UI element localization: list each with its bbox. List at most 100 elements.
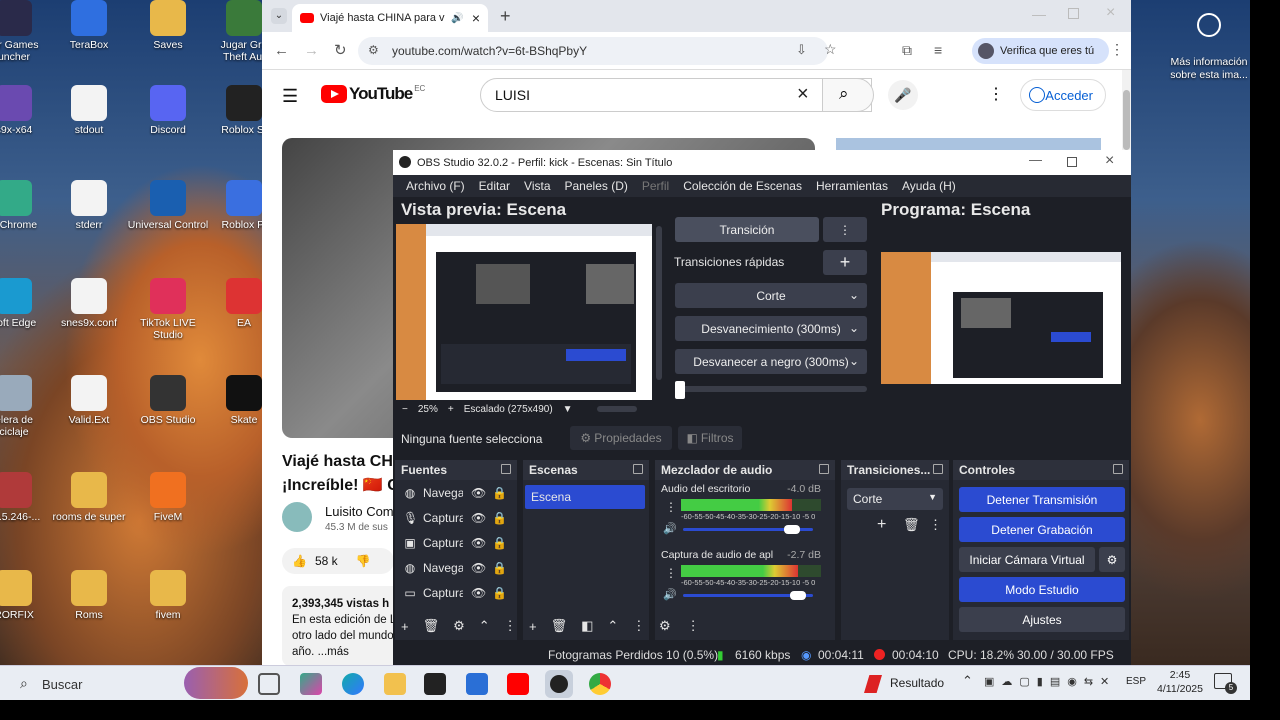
source-item[interactable]: ◍ Navega 👁 🔒	[395, 480, 517, 505]
clock[interactable]: 2:45 4/11/2025	[1152, 668, 1208, 696]
dock-float-icon[interactable]	[501, 464, 511, 474]
reload-icon[interactable]: ↻	[334, 41, 347, 59]
install-icon[interactable]: ⇩	[796, 42, 807, 58]
remove-scene-icon[interactable]: 🗑	[551, 618, 568, 634]
quick-transition-3[interactable]: Desvanecer a negro (300ms) ⌄	[675, 349, 867, 374]
obs-menu-item[interactable]: Ayuda (H)	[895, 179, 963, 193]
site-info-icon[interactable]: ⚙	[368, 43, 379, 57]
minimize-icon[interactable]: —	[1032, 6, 1046, 22]
transition-menu-icon[interactable]: ⋮	[929, 517, 942, 533]
description-box[interactable]: 2,393,345 vistas h En esta edición de L …	[282, 586, 402, 665]
dock-float-icon[interactable]	[1113, 464, 1123, 474]
source-settings-icon[interactable]: ⚙	[453, 618, 465, 634]
desktop-icon[interactable]: stdout	[45, 85, 133, 136]
hamburger-menu-icon[interactable]: ☰	[282, 86, 298, 107]
obs-maximize-icon[interactable]	[1067, 157, 1077, 167]
studio-mode-button[interactable]: Modo Estudio	[959, 577, 1125, 602]
channel-name[interactable]: Luisito Com	[325, 504, 394, 519]
wallpaper-info[interactable]: Más información sobre esta ima...	[1165, 0, 1253, 82]
scene-item[interactable]: Escena	[525, 485, 645, 509]
preview-canvas[interactable]	[396, 224, 652, 400]
desktop-icon[interactable]: FiveM	[124, 472, 212, 523]
quick-transition-1[interactable]: Corte ⌄	[675, 283, 867, 308]
obs-minimize-icon[interactable]: —	[1029, 152, 1042, 167]
virtual-camera-settings-icon[interactable]: ⚙	[1099, 547, 1125, 572]
tab-search-icon[interactable]: ⌄	[271, 8, 287, 24]
copilot-icon[interactable]	[300, 673, 322, 695]
lock-icon[interactable]: 🔒	[492, 561, 507, 575]
zoom-in-icon[interactable]: +	[448, 404, 454, 415]
eye-icon[interactable]: 👁	[471, 561, 486, 575]
speaker-icon[interactable]: 🔊	[663, 522, 677, 535]
profile-button[interactable]: Verifica que eres tú	[972, 38, 1109, 64]
obs-menu-item[interactable]: Vista	[517, 179, 557, 193]
desktop-icon[interactable]: Discord	[124, 85, 212, 136]
desktop-icon[interactable]: OBS Studio	[124, 375, 212, 426]
desktop-icon[interactable]: stderr	[45, 180, 133, 231]
dock-float-icon[interactable]	[819, 464, 829, 474]
tray-icons[interactable]: ▣☁▢▮▤◉⇆✕	[984, 675, 1116, 688]
desktop-icon[interactable]: Roms	[45, 570, 133, 621]
active-tab[interactable]: Viajé hasta CHINA para ver 🔊 ×	[292, 4, 488, 32]
source-item[interactable]: ▣ Captura 👁 🔒	[395, 530, 517, 555]
settings-button[interactable]: Ajustes	[959, 607, 1125, 632]
remove-source-icon[interactable]: 🗑	[423, 618, 440, 634]
add-transition-icon[interactable]: +	[877, 516, 886, 534]
desktop-icon[interactable]: Saves	[124, 0, 212, 51]
more-options-icon[interactable]: ⋮	[988, 84, 1004, 104]
desktop-icon[interactable]: snes9x.conf	[45, 278, 133, 329]
desktop-icon[interactable]: Universal Control	[124, 180, 212, 231]
channel-avatar[interactable]	[282, 502, 312, 532]
tray-expand-icon[interactable]: ⌃	[962, 673, 973, 689]
scene-up-icon[interactable]: ⌃	[607, 618, 618, 634]
url-input[interactable]: ⚙ youtube.com/watch?v=6t-BShqPbyY ⇩ ☆	[358, 37, 837, 65]
scene-menu-icon[interactable]: ⋮	[632, 618, 645, 634]
add-quick-transition-icon[interactable]: +	[823, 250, 867, 275]
tab-close-icon[interactable]: ×	[472, 10, 480, 26]
lock-icon[interactable]: 🔒	[492, 536, 507, 550]
obs-close-icon[interactable]: ×	[1105, 152, 1114, 170]
speaker-icon[interactable]: 🔊	[663, 588, 677, 601]
eye-icon[interactable]: 👁	[471, 586, 486, 600]
weather-alert-icon[interactable]	[864, 675, 882, 693]
obs-menu-item[interactable]: Herramientas	[809, 179, 895, 193]
weather-label[interactable]: Resultado	[890, 676, 944, 690]
zoom-out-icon[interactable]: −	[402, 404, 408, 415]
move-up-icon[interactable]: ⌃	[479, 618, 490, 634]
virtual-camera-button[interactable]: Iniciar Cámara Virtual	[959, 547, 1095, 572]
obs-menu-item[interactable]: Paneles (D)	[558, 179, 635, 193]
bookmark-star-icon[interactable]: ☆	[824, 41, 837, 58]
chrome-icon[interactable]	[589, 673, 611, 695]
eye-icon[interactable]: 👁	[471, 511, 486, 525]
back-icon[interactable]: ←	[274, 42, 289, 59]
dock-float-icon[interactable]	[933, 464, 943, 474]
desktop-icon[interactable]: fivem	[124, 570, 212, 621]
remove-transition-icon[interactable]: 🗑	[903, 517, 920, 533]
source-item[interactable]: ▭ Captura 👁 🔒	[395, 580, 517, 605]
chrome-menu-icon[interactable]: ⋮	[1110, 41, 1124, 58]
dock-float-icon[interactable]	[633, 464, 643, 474]
notification-icon[interactable]: 5	[1214, 673, 1237, 694]
transition-button[interactable]: Transición	[675, 217, 819, 242]
store-icon[interactable]	[424, 673, 446, 695]
lock-icon[interactable]: 🔒	[492, 511, 507, 525]
source-menu-icon[interactable]: ⋮	[504, 618, 517, 634]
scene-filter-icon[interactable]: ◧	[581, 618, 593, 634]
stop-recording-button[interactable]: Detener Grabación	[959, 517, 1125, 542]
obs-menu-item[interactable]: Colección de Escenas	[676, 179, 809, 193]
eye-icon[interactable]: 👁	[471, 486, 486, 500]
advanced-audio-icon[interactable]: ⚙	[659, 618, 671, 634]
search-highlight-image[interactable]	[184, 667, 248, 699]
source-item[interactable]: 🎙 Captura 👁 🔒	[395, 505, 517, 530]
voice-search-icon[interactable]: 🎤	[888, 80, 918, 110]
lock-icon[interactable]: 🔒	[492, 586, 507, 600]
volume-slider[interactable]	[683, 591, 813, 600]
forward-icon[interactable]: →	[304, 42, 319, 59]
language-indicator[interactable]: ESP	[1126, 676, 1146, 687]
desktop-icon[interactable]: rooms de super	[45, 472, 133, 523]
speaker-icon[interactable]: 🔊	[451, 13, 463, 24]
edge-icon[interactable]	[342, 673, 364, 695]
media-control-icon[interactable]: ≡	[934, 42, 942, 58]
volume-slider[interactable]	[683, 525, 813, 534]
eye-icon[interactable]: 👁	[471, 536, 486, 550]
